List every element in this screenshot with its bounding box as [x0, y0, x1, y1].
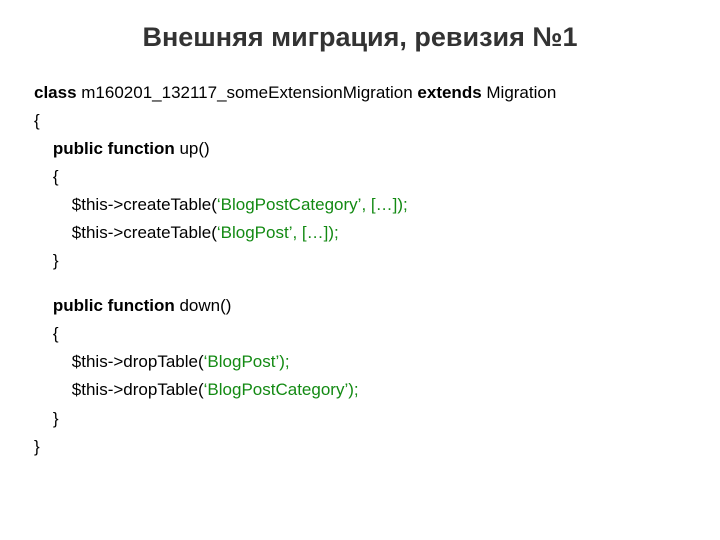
keyword-class: class: [34, 83, 77, 102]
blank-line: [34, 275, 686, 292]
method-call: ->createTable(: [108, 195, 217, 214]
method-call: ->createTable(: [108, 223, 217, 242]
function-name-down: down(): [175, 296, 232, 315]
code-line: }: [34, 433, 686, 461]
slide: Внешняя миграция, ревизия №1 class m1602…: [0, 0, 720, 540]
this-var: $this: [72, 380, 108, 399]
string-literal: ‘BlogPostCategory: [217, 195, 358, 214]
string-literal: ‘BlogPost: [204, 352, 276, 371]
code-line: $this->dropTable(‘BlogPost’);: [34, 348, 686, 376]
code-line: $this->createTable(‘BlogPost’, […]);: [34, 219, 686, 247]
keyword-extends: extends: [417, 83, 481, 102]
slide-title: Внешняя миграция, ревизия №1: [34, 22, 686, 53]
code-line: {: [34, 320, 686, 348]
code-line: {: [34, 163, 686, 191]
parent-class: Migration: [482, 83, 557, 102]
string-literal: ‘BlogPostCategory: [204, 380, 345, 399]
code-line: }: [34, 247, 686, 275]
class-name: m160201_132117_someExtensionMigration: [77, 83, 418, 102]
string-literal: ‘BlogPost: [217, 223, 289, 242]
code-block: class m160201_132117_someExtensionMigrat…: [34, 79, 686, 461]
this-var: $this: [72, 223, 108, 242]
code-line: public function up(): [34, 135, 686, 163]
this-var: $this: [72, 195, 108, 214]
code-line: $this->dropTable(‘BlogPostCategory’);: [34, 376, 686, 404]
method-call: ->dropTable(: [108, 380, 204, 399]
this-var: $this: [72, 352, 108, 371]
keyword-public-function: public function: [53, 139, 175, 158]
keyword-public-function: public function: [53, 296, 175, 315]
code-line: }: [34, 405, 686, 433]
code-line: $this->createTable(‘BlogPostCategory’, […: [34, 191, 686, 219]
function-name-up: up(): [175, 139, 210, 158]
code-line: class m160201_132117_someExtensionMigrat…: [34, 79, 686, 107]
code-line: {: [34, 107, 686, 135]
code-line: public function down(): [34, 292, 686, 320]
method-call: ->dropTable(: [108, 352, 204, 371]
